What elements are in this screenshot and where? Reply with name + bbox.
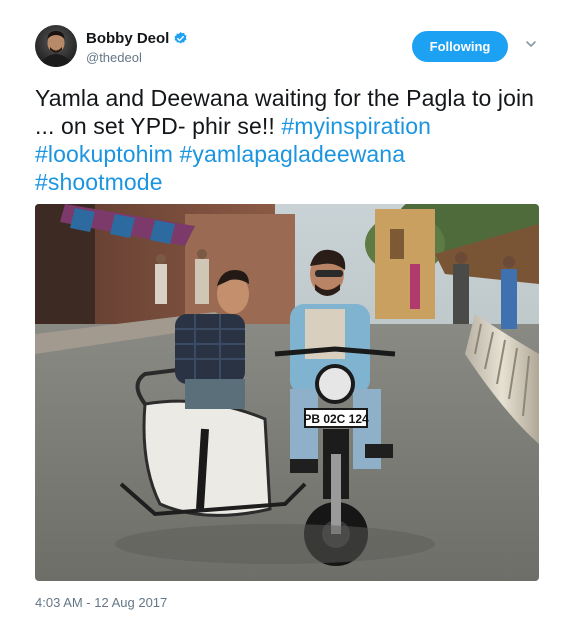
name-row: Bobby Deol (86, 28, 188, 48)
avatar[interactable] (35, 25, 77, 67)
display-name[interactable]: Bobby Deol (86, 30, 169, 47)
tweet-photo[interactable]: PB 02C 124 (35, 204, 539, 581)
hashtag-link[interactable]: #shootmode (35, 169, 163, 195)
photo-illustration: PB 02C 124 (35, 204, 539, 581)
hashtag-link[interactable]: #yamlapagladeewana (180, 141, 406, 167)
tweet-timestamp[interactable]: 4:03 AM - 12 Aug 2017 (35, 595, 167, 610)
hashtag-link[interactable]: #myinspiration (281, 113, 431, 139)
license-plate-text: PB 02C 124 (303, 412, 369, 426)
name-block: Bobby Deol @thedeol (86, 28, 188, 65)
user-handle[interactable]: @thedeol (86, 50, 188, 65)
following-button[interactable]: Following (412, 31, 508, 62)
tweet-header: Bobby Deol @thedeol Following (35, 25, 545, 69)
verified-badge-icon (173, 31, 188, 46)
tweet-text: Yamla and Deewana waiting for the Pagla … (35, 84, 545, 196)
hashtag-link[interactable]: #lookuptohim (35, 141, 173, 167)
chevron-down-icon[interactable] (524, 37, 538, 51)
avatar-image (35, 25, 77, 67)
tweet-card: Bobby Deol @thedeol Following Yamla and … (0, 0, 572, 619)
